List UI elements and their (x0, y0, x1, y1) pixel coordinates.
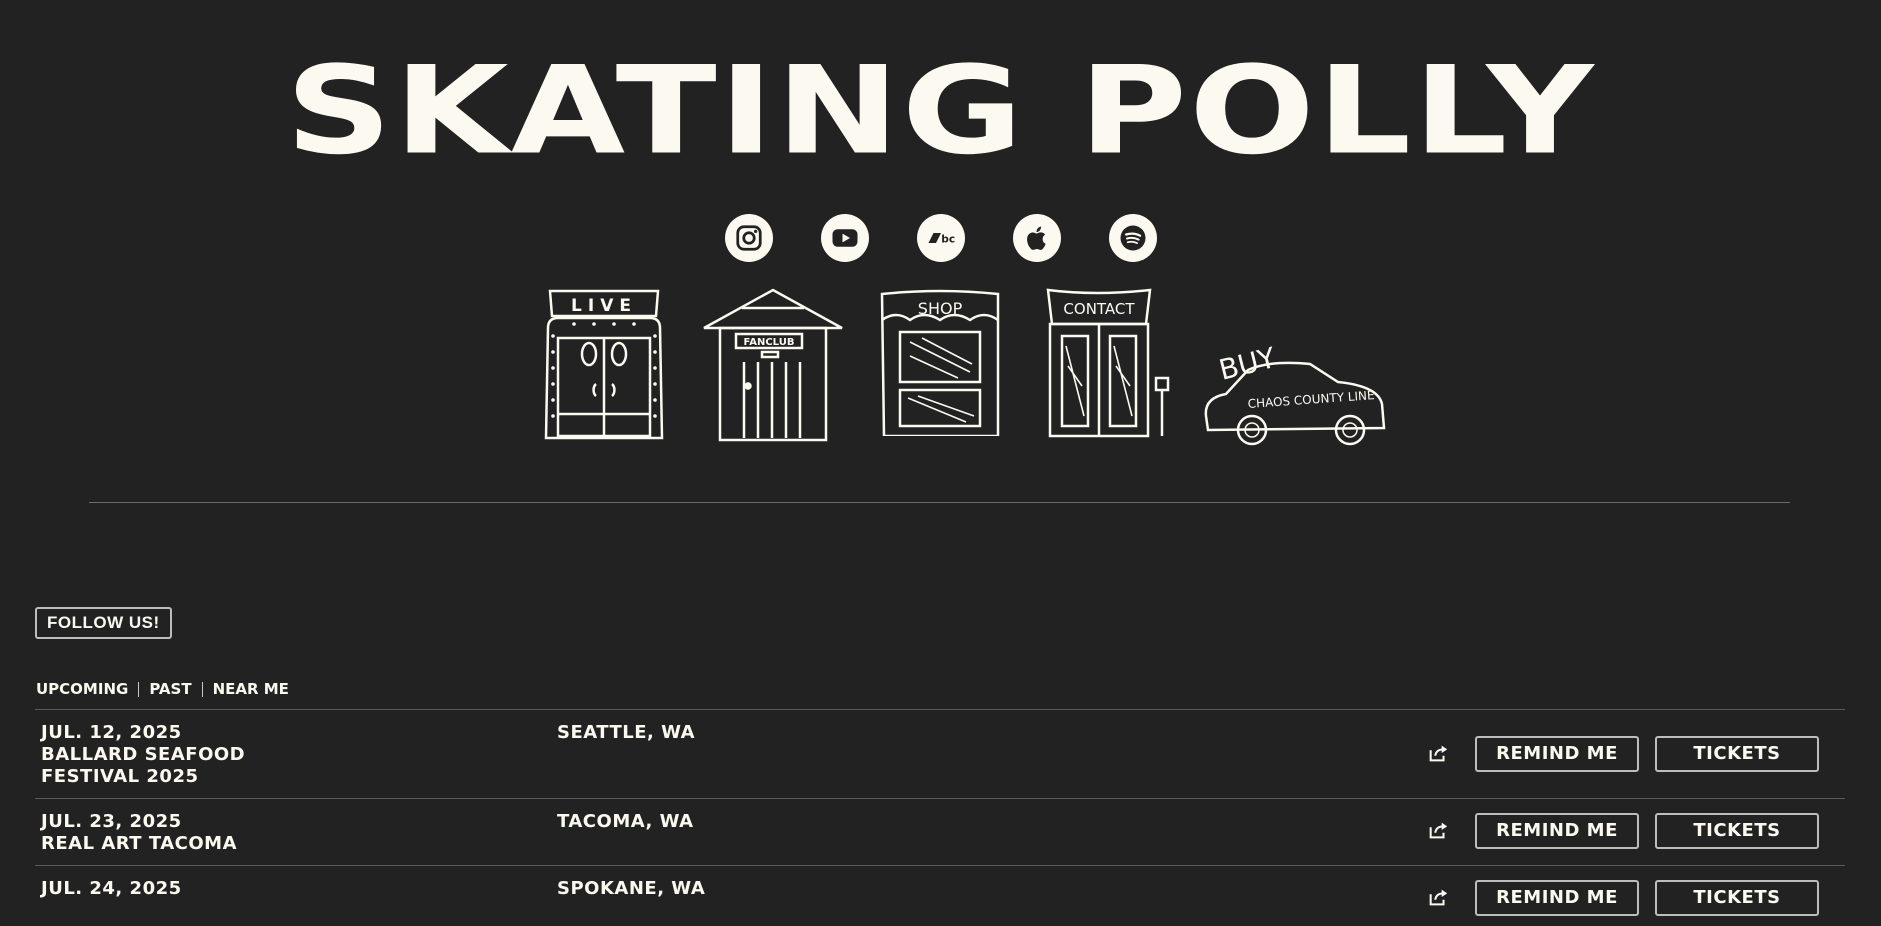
instagram-icon[interactable] (724, 214, 773, 262)
filter-separator (201, 681, 203, 697)
tickets-button[interactable]: TICKETS (1655, 813, 1819, 849)
remind-me-button[interactable]: REMIND ME (1475, 813, 1639, 849)
building-nav: LIVE FANCLUB SHOP CONTACT BUY CHAOS COUN… (0, 286, 1881, 446)
tickets-button[interactable]: TICKETS (1655, 880, 1819, 916)
remind-me-button[interactable]: REMIND ME (1475, 736, 1639, 772)
apple-music-icon[interactable] (1012, 214, 1061, 262)
live-building-link[interactable]: LIVE (544, 286, 664, 440)
youtube-icon[interactable] (820, 214, 869, 262)
share-icon[interactable] (1427, 819, 1449, 841)
album-title: CHAOS COUNTY LINE (1247, 388, 1375, 411)
event-row: JUL. 23, 2025 REAL ART TACOMA TACOMA, WA… (35, 798, 1845, 865)
event-info: JUL. 24, 2025 (41, 878, 271, 900)
event-city: TACOMA, WA (557, 811, 694, 832)
tickets-button[interactable]: TICKETS (1655, 736, 1819, 772)
shop-label: SHOP (918, 299, 963, 318)
event-date: JUL. 12, 2025 (41, 722, 182, 743)
spotify-icon[interactable] (1108, 214, 1157, 262)
event-city: SEATTLE, WA (557, 722, 696, 743)
filter-near-me[interactable]: NEAR ME (213, 680, 289, 698)
site-logo[interactable]: SKATING POLLY (0, 50, 1881, 171)
social-links: bc (0, 214, 1881, 262)
shop-building-link[interactable]: SHOP (878, 286, 1002, 436)
event-info: JUL. 23, 2025 REAL ART TACOMA (41, 811, 271, 855)
share-icon[interactable] (1427, 886, 1449, 908)
event-name: REAL ART TACOMA (41, 833, 238, 854)
contact-label: CONTACT (1063, 300, 1135, 318)
fanclub-label: FANCLUB (744, 337, 795, 348)
fanclub-building-link[interactable]: FANCLUB (702, 286, 844, 442)
event-name: FESTIVAL 2025 (41, 766, 199, 787)
divider (89, 502, 1790, 503)
follow-us-button[interactable]: FOLLOW US! (35, 607, 172, 639)
event-filters: UPCOMING PAST NEAR ME (36, 680, 289, 698)
filter-upcoming[interactable]: UPCOMING (36, 680, 128, 698)
buy-album-link[interactable]: BUY CHAOS COUNTY LINE (1200, 286, 1390, 446)
event-date: JUL. 23, 2025 (41, 811, 182, 832)
event-date: JUL. 24, 2025 (41, 878, 182, 899)
event-list: JUL. 12, 2025 BALLARD SEAFOOD FESTIVAL 2… (35, 709, 1845, 926)
contact-building-link[interactable]: CONTACT (1046, 286, 1170, 438)
event-info: JUL. 12, 2025 BALLARD SEAFOOD FESTIVAL 2… (41, 722, 271, 788)
bandcamp-icon[interactable]: bc (916, 214, 965, 262)
event-city: SPOKANE, WA (557, 878, 706, 899)
share-icon[interactable] (1427, 742, 1449, 764)
filter-separator (138, 681, 140, 697)
filter-past[interactable]: PAST (149, 680, 191, 698)
svg-text:bc: bc (941, 232, 955, 245)
live-label: LIVE (571, 296, 637, 316)
event-name: BALLARD SEAFOOD (41, 744, 246, 765)
event-row: JUL. 12, 2025 BALLARD SEAFOOD FESTIVAL 2… (35, 709, 1845, 798)
remind-me-button[interactable]: REMIND ME (1475, 880, 1639, 916)
event-row: JUL. 24, 2025 SPOKANE, WA REMIND ME TICK… (35, 865, 1845, 926)
